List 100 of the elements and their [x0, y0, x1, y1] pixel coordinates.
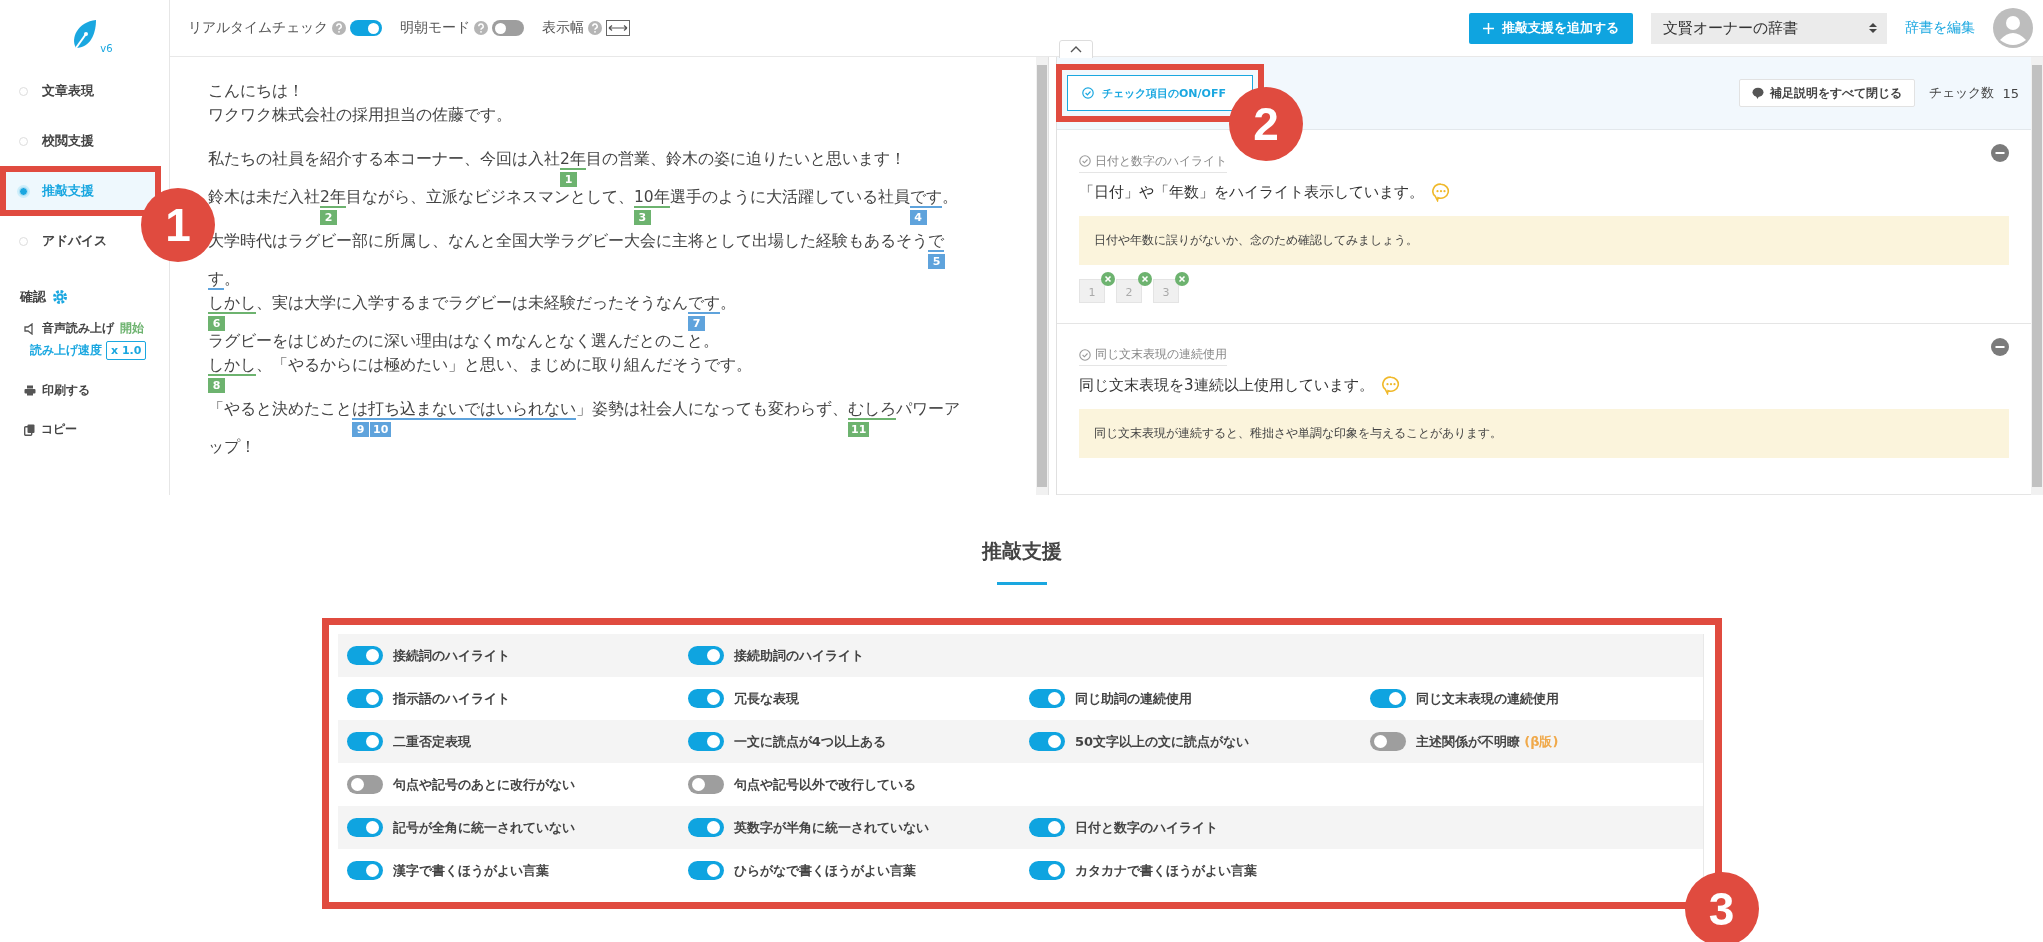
check-count-label: チェック数 [1929, 84, 1995, 102]
edit-dictionary-link[interactable]: 辞書を編集 [1905, 19, 1975, 37]
settings-icon[interactable] [52, 289, 68, 305]
toggle-switch[interactable] [1370, 732, 1407, 751]
collapse-icon[interactable] [1991, 337, 2009, 356]
toggle-switch[interactable] [1029, 689, 1065, 708]
setting-label: 漢字で書くほうがよい言葉 [392, 861, 549, 880]
editor-text: こんにちは！ [208, 82, 304, 100]
issue-number[interactable]: 9 [352, 422, 369, 437]
avatar-icon[interactable] [1993, 8, 2033, 48]
toggle-switch[interactable] [687, 775, 724, 794]
version-label: v6 [100, 43, 113, 54]
editor-text: 。 [941, 188, 958, 206]
note-box: 同じ文末表現が連続すると、稚拙さや単調な印象を与えることがあります。 [1079, 409, 2009, 458]
toggle-switch[interactable] [1029, 732, 1065, 751]
printer-icon [24, 385, 36, 396]
add-button[interactable]: 推敲支援を追加する [1469, 12, 1633, 44]
editor-text: 「やると決めたこと [208, 400, 352, 418]
issue-number[interactable]: 7 [688, 316, 705, 331]
issue-number[interactable]: 3 [633, 210, 651, 225]
help-icon[interactable] [474, 21, 488, 35]
toggle-switch[interactable] [492, 20, 524, 36]
highlighted-phrase[interactable]: は打ち込まないではいられない [352, 400, 576, 420]
plus-icon [1483, 22, 1494, 34]
highlighted-phrase[interactable]: す [208, 270, 224, 290]
print-link[interactable]: 印刷する [42, 382, 90, 399]
speed-button[interactable]: x 1.0 [106, 341, 147, 360]
toggle-switch[interactable] [687, 818, 724, 837]
nav-item[interactable]: 文章表現 [0, 66, 108, 116]
setting-label: 50文字以上の文に読点がない [1075, 732, 1250, 751]
setting-label: 日付と数字のハイライト [1075, 818, 1218, 837]
highlighted-phrase[interactable]: 10年 [633, 188, 670, 208]
section-title: 推敲支援 [981, 538, 1062, 565]
issue-chip[interactable]: 2 [1116, 278, 1142, 303]
issue-chip[interactable]: 1 [1079, 278, 1105, 303]
toggle-switch[interactable] [687, 646, 724, 665]
highlighted-phrase[interactable]: です [909, 188, 942, 208]
help-icon[interactable] [588, 21, 602, 35]
issue-number[interactable]: 11 [848, 422, 870, 437]
issue-number[interactable]: 6 [208, 316, 225, 331]
nav-item[interactable]: 推敲支援 [0, 166, 161, 216]
highlighted-phrase[interactable]: しかし [208, 294, 256, 314]
check-message: 同じ文末表現を3連続以上使用しています。 [1079, 376, 1374, 395]
issue-number[interactable]: 10 [370, 422, 392, 437]
speech-bubble-icon[interactable] [1432, 182, 1450, 202]
scrollbar[interactable] [1036, 57, 1048, 495]
toolbar-label: 明朝モード [400, 19, 470, 37]
toggle-switch[interactable] [687, 861, 724, 880]
editor-text: 、実は大学に入学するまでラグビーは未経験だったそうなん [256, 294, 688, 312]
speech-bubble-icon[interactable] [1381, 376, 1400, 395]
issue-number[interactable]: 1 [560, 172, 577, 187]
copy-link[interactable]: コピー [41, 421, 77, 438]
remove-icon[interactable] [1138, 271, 1152, 286]
setting-label: 主述関係が不明瞭 [1416, 732, 1521, 751]
beta-tag: (β版) [1524, 732, 1559, 751]
nav-item[interactable]: 校閲支援 [0, 116, 108, 166]
toggle-switch[interactable] [1029, 818, 1065, 837]
radio-icon [19, 186, 28, 196]
highlighted-phrase[interactable]: むしろ [848, 400, 896, 420]
nav-item[interactable]: アドバイス [0, 216, 121, 266]
toggle-switch[interactable] [346, 861, 383, 880]
setting-label: 冗長な表現 [733, 689, 799, 708]
issue-number[interactable]: 5 [928, 254, 945, 269]
toggle-switch[interactable] [1370, 689, 1407, 708]
width-icon[interactable] [606, 20, 630, 36]
toggle-switch[interactable] [346, 775, 383, 794]
collapse-icon[interactable] [1991, 144, 2009, 162]
check-count: 15 [2002, 85, 2019, 101]
toggle-switch[interactable] [687, 732, 724, 751]
highlighted-phrase[interactable]: 2年 [320, 188, 346, 208]
editor-text: 。 [224, 270, 240, 288]
setting-label: 英数字が半角に統一されていない [733, 818, 929, 837]
annotation-badge: 2 [1228, 87, 1303, 161]
issue-number[interactable]: 2 [320, 210, 337, 225]
check-category: 日付と数字のハイライト [1095, 152, 1227, 170]
dictionary-select[interactable]: 文賢オーナーの辞書 [1651, 12, 1887, 44]
highlighted-phrase[interactable]: 2年 [560, 150, 586, 170]
toggle-switch[interactable] [1029, 861, 1065, 880]
toggle-switch[interactable] [346, 818, 383, 837]
highlighted-phrase[interactable]: です [688, 294, 720, 314]
toggle-switch[interactable] [687, 689, 724, 708]
sort-arrows-icon [1869, 22, 1877, 34]
issue-chip[interactable]: 3 [1153, 278, 1179, 303]
collapse-tab-icon[interactable] [1059, 40, 1093, 58]
close-all-notes-button[interactable]: 補足説明をすべて閉じる [1739, 79, 1916, 107]
toggle-switch[interactable] [350, 20, 382, 36]
issue-number[interactable]: 8 [208, 378, 225, 393]
setting-label: 二重否定表現 [392, 732, 471, 751]
remove-icon[interactable] [1101, 271, 1115, 286]
remove-icon[interactable] [1175, 271, 1189, 286]
highlighted-phrase[interactable]: しかし [208, 356, 256, 376]
start-link[interactable]: 開始 [120, 320, 144, 337]
toggle-switch[interactable] [346, 689, 383, 708]
help-icon[interactable] [332, 21, 346, 35]
highlighted-phrase[interactable]: で [928, 232, 944, 252]
scrollbar[interactable] [2031, 57, 2043, 495]
issue-number[interactable]: 4 [909, 210, 927, 225]
setting-label: 接続助詞のハイライト [733, 646, 864, 665]
toggle-switch[interactable] [346, 732, 383, 751]
toggle-switch[interactable] [346, 646, 383, 665]
